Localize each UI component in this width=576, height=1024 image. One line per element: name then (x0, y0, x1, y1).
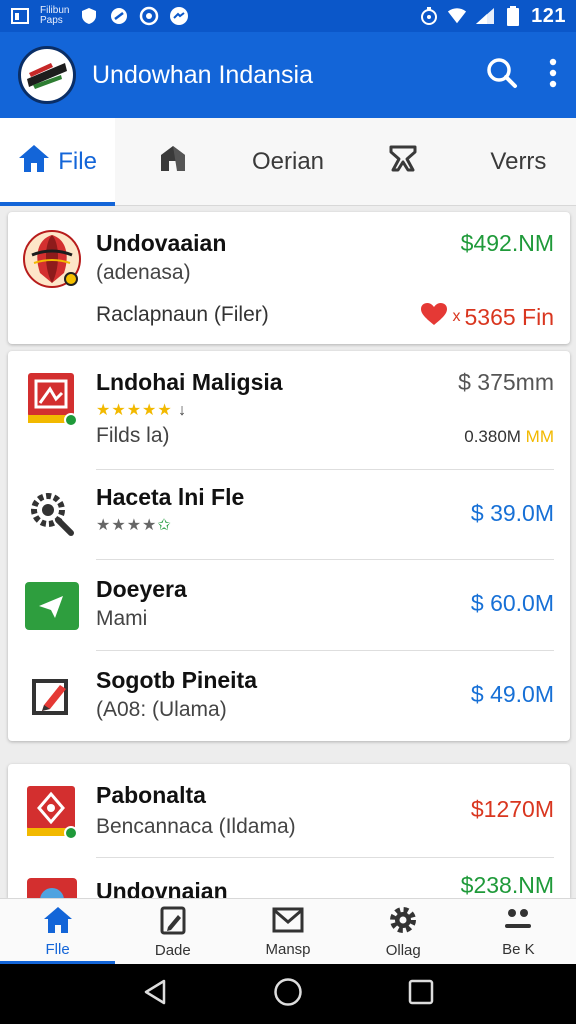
shield-icon (158, 143, 188, 180)
tab-label: Oerian (251, 147, 325, 175)
app-title: Undowhan Indansia (92, 60, 313, 89)
gear-search-icon (22, 484, 82, 544)
status-badge (64, 272, 78, 286)
featured-card[interactable]: Undovaaian (adenasa) Raclapnaun (Filer) … (8, 212, 570, 344)
item-stat: x 5365 Fin (420, 302, 554, 332)
home-icon (18, 143, 50, 180)
carrier-label: Filibun Paps (40, 5, 70, 26)
back-icon[interactable] (142, 978, 168, 1011)
item-price: $ 49.0M (470, 681, 554, 707)
recents-icon[interactable] (408, 979, 434, 1010)
alarm-icon (419, 6, 439, 26)
item-subtitle: (adenasa) (96, 261, 191, 284)
list-item[interactable]: Haceta lni Fle ★★★★✩ $ 39.0M (8, 470, 570, 560)
tab-flag[interactable] (346, 118, 461, 205)
globe-icon (22, 878, 82, 898)
mail-icon (272, 906, 304, 938)
bottom-navigation: Flle Dade Mansp Ollag Be K (0, 898, 576, 964)
list-item[interactable]: Lndohai Maligsia ★★★★★ ↓ Filds la) $ 375… (8, 351, 570, 470)
bottom-nav-dade[interactable]: Dade (115, 899, 230, 964)
send-icon (22, 576, 82, 636)
more-options-icon[interactable] (548, 58, 558, 93)
tab-label: Verrs (490, 147, 547, 175)
app-bar: Undowhan Indansia (0, 32, 576, 118)
status-badge (64, 826, 78, 840)
people-icon (503, 906, 533, 938)
gallery-icon (22, 369, 82, 429)
signal-icon (475, 6, 495, 26)
listing-card-2: Pabonalta Bencannaca (Ildama) $1270M Und… (8, 764, 570, 898)
emblem-icon (22, 230, 82, 290)
wifi-icon (447, 6, 467, 26)
listing-card: Lndohai Maligsia ★★★★★ ↓ Filds la) $ 375… (8, 351, 570, 741)
status-badge (64, 413, 78, 427)
item-price: $1270M (470, 796, 554, 822)
shield-icon (79, 6, 99, 26)
list-item[interactable]: Undovnaian $238.NM (8, 858, 570, 898)
nav-label: Flle (45, 940, 70, 958)
edit-icon (22, 667, 82, 727)
clock-time: 121 (531, 4, 566, 27)
item-price: $492.NM (460, 230, 554, 256)
nav-label: Dade (154, 941, 191, 959)
home-button-icon[interactable] (273, 977, 303, 1012)
stat-prefix: x (452, 308, 461, 325)
flag-icon (388, 143, 418, 180)
list-item[interactable]: Pabonalta Bencannaca (Ildama) $1270M (8, 764, 570, 858)
bottom-nav-file[interactable]: Flle (0, 899, 116, 964)
list-item[interactable]: Doeyera Mami $ 60.0M (8, 560, 570, 651)
item-price: $ 375mm (458, 369, 554, 395)
status-bar: Filibun Paps 121 (0, 0, 576, 32)
search-icon[interactable] (486, 57, 518, 94)
battery-icon (503, 6, 523, 26)
messenger-icon (169, 6, 189, 26)
stat-value: 5365 Fin (464, 303, 554, 330)
gear-icon (388, 905, 418, 939)
heart-icon (420, 302, 448, 332)
gallery-icon (10, 6, 30, 26)
nav-label: Be K (502, 940, 535, 958)
nav-label: Ollag (385, 941, 421, 959)
tab-verrs[interactable]: Verrs (461, 118, 576, 205)
whatsapp-icon (139, 6, 159, 26)
tab-file[interactable]: File (0, 118, 116, 206)
bottom-nav-mansp[interactable]: Mansp (230, 899, 345, 964)
system-navigation (0, 964, 576, 1024)
tab-oerian[interactable]: Oerian (230, 118, 345, 205)
bottom-nav-ollag[interactable]: Ollag (346, 899, 461, 964)
item-price: $ 39.0M (470, 500, 554, 526)
tab-shield[interactable] (115, 118, 230, 205)
rating-stars: ★★★★★ ↓ (96, 402, 188, 419)
gift-icon (22, 782, 82, 842)
bottom-nav-bek[interactable]: Be K (461, 899, 576, 964)
tab-bar: File Oerian Verrs (0, 118, 576, 206)
tab-label: File (58, 147, 97, 175)
nav-label: Mansp (265, 940, 311, 958)
item-price: $238.NM (460, 872, 554, 898)
list-item[interactable]: Sogotb Pineita (A08: (Ulama) $ 49.0M (8, 651, 570, 741)
document-edit-icon (159, 905, 187, 939)
app-logo (18, 46, 76, 104)
compass-icon (109, 6, 129, 26)
item-price-small: 0.380M MM (464, 427, 554, 446)
item-price: $ 60.0M (470, 590, 554, 616)
home-icon (43, 906, 73, 938)
